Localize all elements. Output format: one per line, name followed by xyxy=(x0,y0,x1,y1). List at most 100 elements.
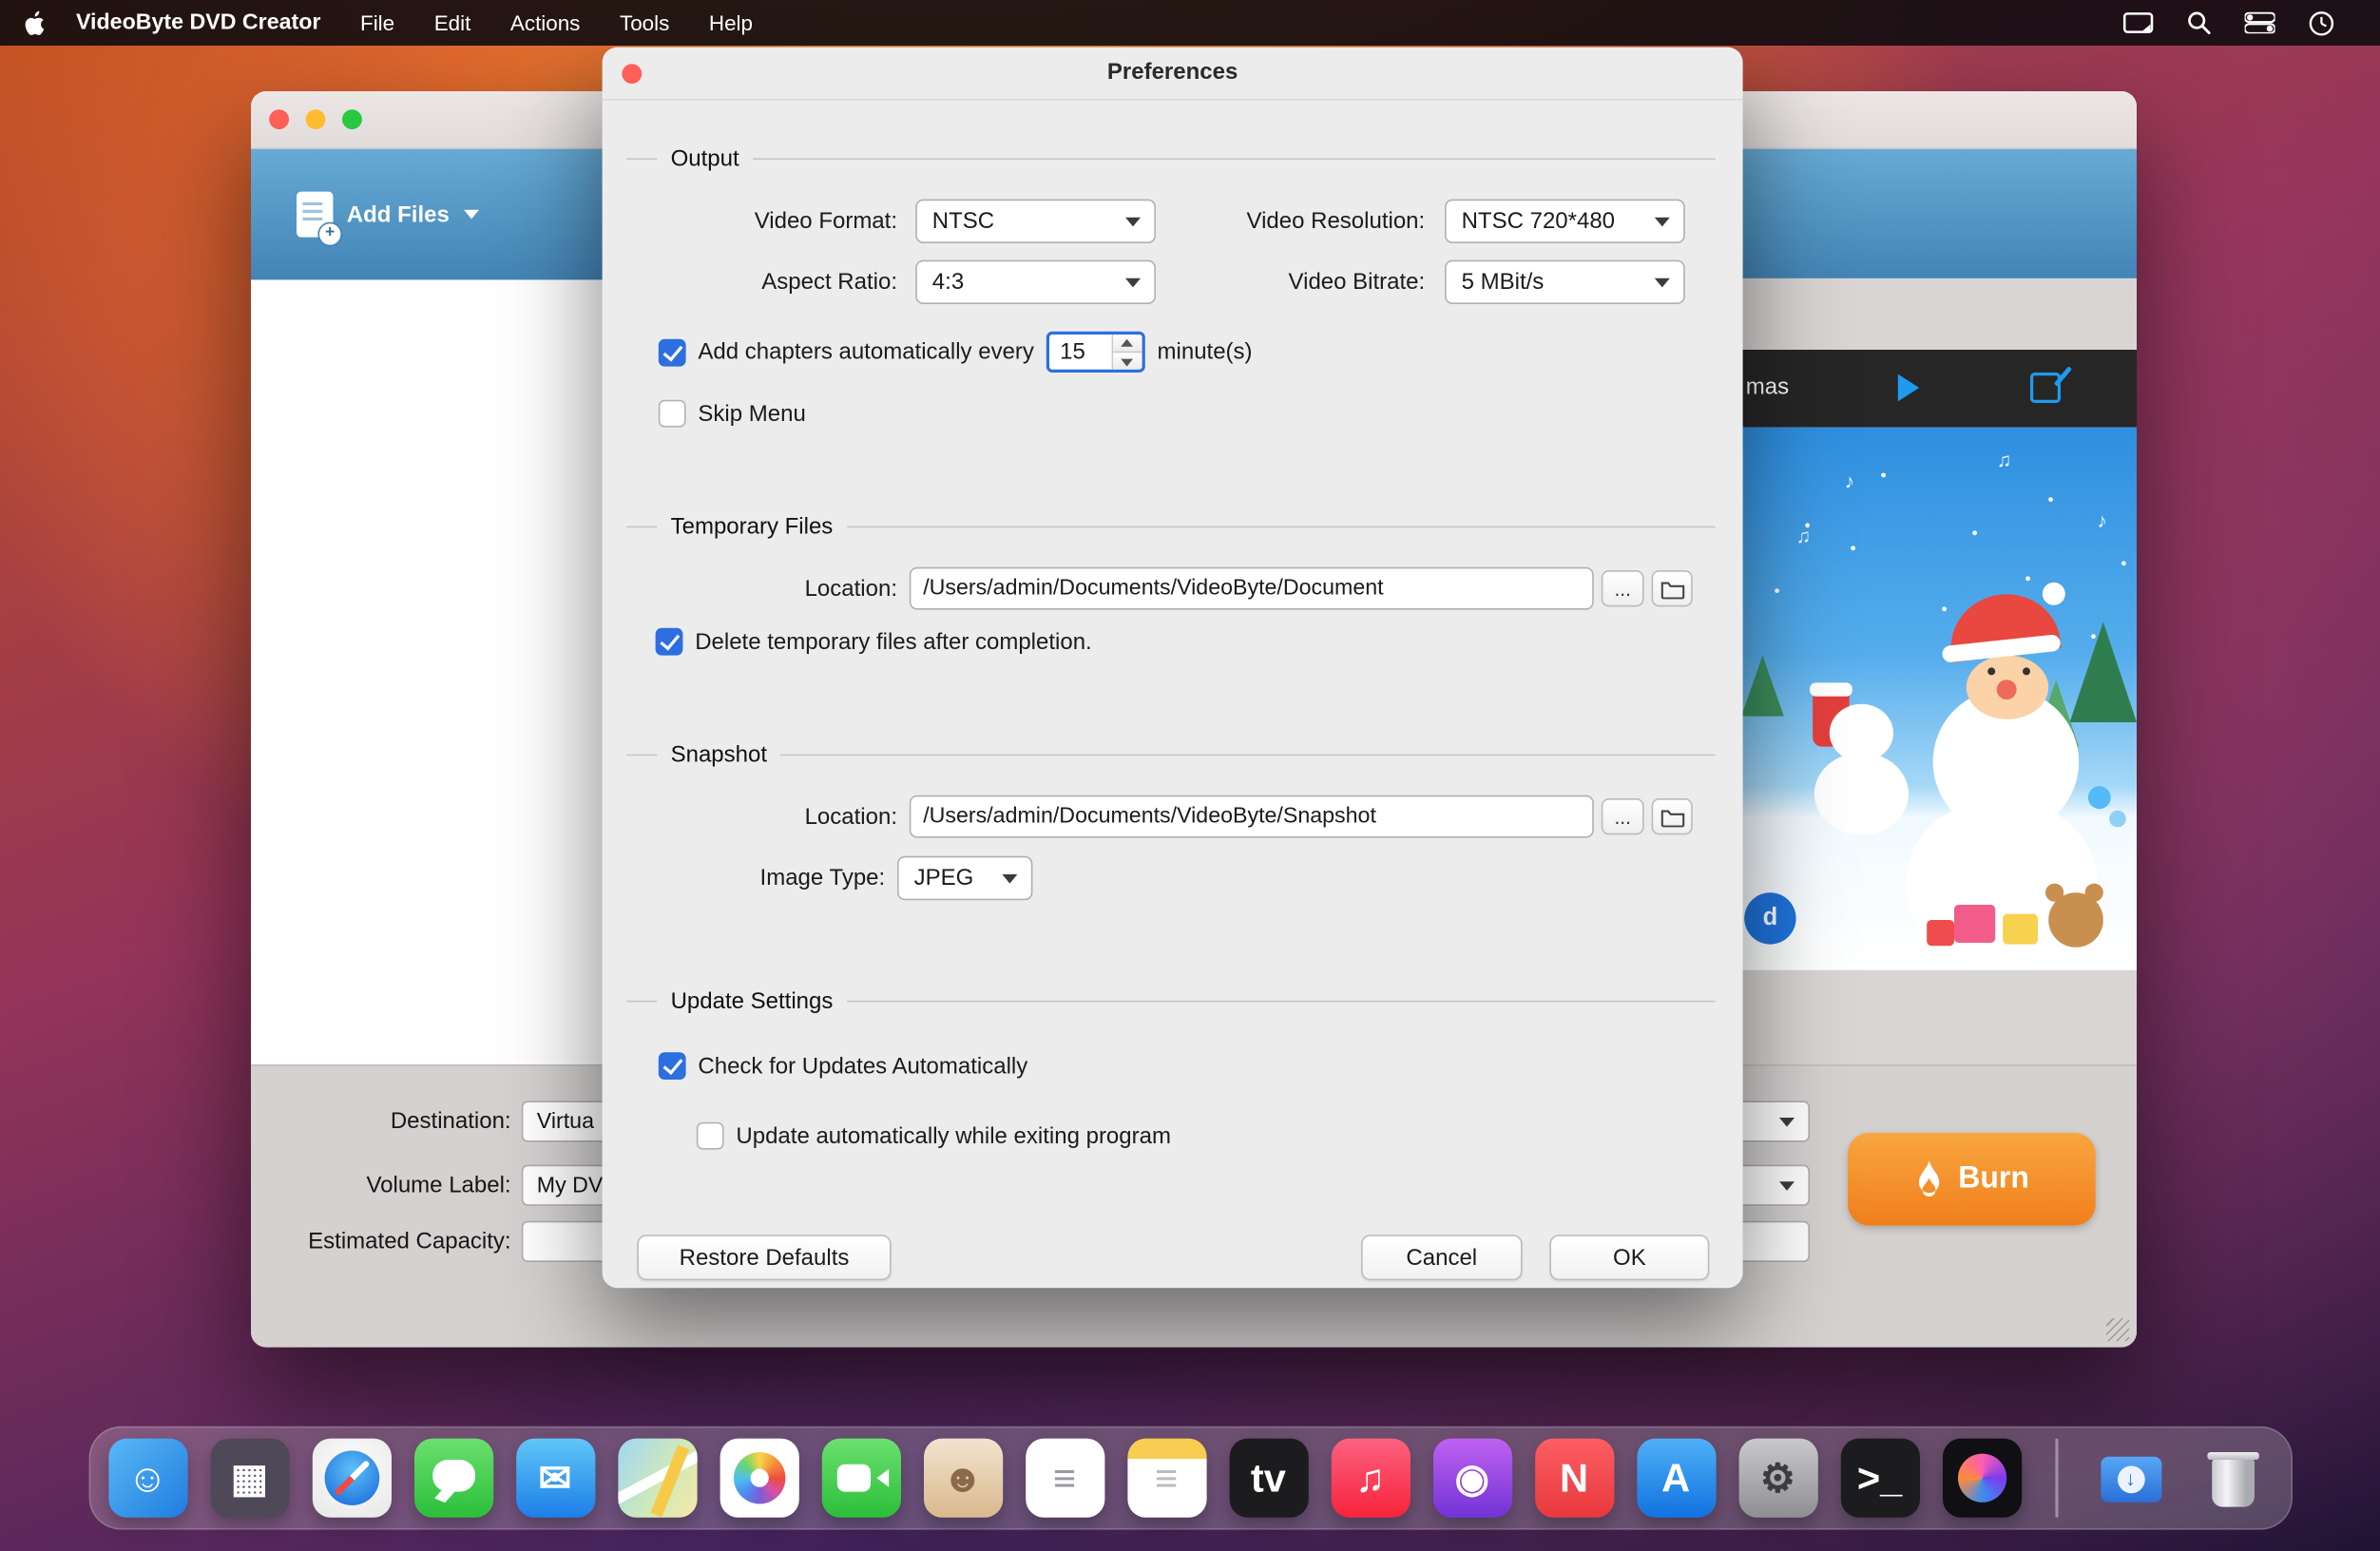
dock-downloads[interactable] xyxy=(2091,1439,2170,1518)
dock-app-store[interactable]: A xyxy=(1637,1439,1716,1518)
section-line xyxy=(847,526,1716,527)
dock-launchpad[interactable]: ▦ xyxy=(210,1439,289,1518)
section-output: Output xyxy=(626,142,1716,175)
aspect-ratio-value: 4:3 xyxy=(932,269,964,295)
delete-temp-checkbox[interactable] xyxy=(656,628,683,656)
chapter-interval-stepper[interactable]: 15 xyxy=(1046,332,1145,373)
chevron-down-icon xyxy=(463,210,478,220)
menubar-status-area xyxy=(2123,10,2334,35)
apple-menu-icon[interactable] xyxy=(25,10,46,35)
menu-file[interactable]: File xyxy=(360,10,394,35)
add-chapters-label: Add chapters automatically every xyxy=(698,339,1034,365)
clock-icon[interactable] xyxy=(2309,10,2334,35)
system-settings-glyph: ⚙ xyxy=(1760,1458,1795,1498)
dock-maps[interactable] xyxy=(618,1439,697,1518)
dock-contacts[interactable]: ☻ xyxy=(923,1439,1002,1518)
video-bitrate-select[interactable]: 5 MBit/s xyxy=(1445,260,1685,304)
screen-mirroring-icon[interactable] xyxy=(2123,11,2154,34)
menu-actions[interactable]: Actions xyxy=(510,10,580,35)
dock-trash[interactable] xyxy=(2193,1439,2272,1518)
auto-update-checkbox[interactable] xyxy=(697,1122,724,1150)
video-resolution-select[interactable]: NTSC 720*480 xyxy=(1445,200,1685,243)
ok-button[interactable]: OK xyxy=(1549,1235,1709,1280)
stepper-up-button[interactable] xyxy=(1113,335,1142,352)
search-icon[interactable] xyxy=(2187,10,2212,35)
snapshot-location-field[interactable]: /Users/admin/Documents/VideoByte/Snapsho… xyxy=(910,795,1594,838)
section-line xyxy=(626,158,657,160)
mail-glyph: ✉ xyxy=(539,1458,572,1498)
menu-tools[interactable]: Tools xyxy=(620,10,669,35)
restore-defaults-button[interactable]: Restore Defaults xyxy=(637,1235,891,1280)
aspect-ratio-select[interactable]: 4:3 xyxy=(915,260,1156,304)
dock-messages[interactable] xyxy=(413,1439,492,1518)
section-line xyxy=(847,1000,1716,1002)
music-note-icon: ♫ xyxy=(1796,525,1812,547)
video-resolution-label: Video Resolution: xyxy=(1150,200,1426,243)
burn-button[interactable]: Burn xyxy=(1848,1133,2096,1226)
dock: ☺ ▦ ✉ ☻ ≡ ≡ tv ♫ ◉ NA ⚙ >_ xyxy=(88,1427,2292,1530)
reminders-glyph: ≡ xyxy=(1053,1458,1076,1498)
desktop: VideoByte DVD Creator File Edit Actions … xyxy=(0,0,2380,1551)
ok-label: OK xyxy=(1613,1245,1646,1271)
add-chapters-checkbox[interactable] xyxy=(659,338,686,366)
dock-finder[interactable]: ☺ xyxy=(108,1439,187,1518)
menu-edit[interactable]: Edit xyxy=(434,10,471,35)
app-menu[interactable]: VideoByte DVD Creator xyxy=(76,10,320,35)
dock-safari[interactable] xyxy=(312,1439,391,1518)
dock-photos[interactable] xyxy=(720,1439,798,1518)
dock-terminal[interactable]: >_ xyxy=(1840,1439,1919,1518)
add-chapters-row: Add chapters automatically every 15 minu… xyxy=(659,332,1253,373)
chapter-interval-value[interactable]: 15 xyxy=(1049,335,1112,370)
image-type-select[interactable]: JPEG xyxy=(897,856,1032,900)
menu-help[interactable]: Help xyxy=(709,10,753,35)
dock-app-swirl[interactable] xyxy=(1942,1439,2021,1518)
resize-grip[interactable] xyxy=(2106,1318,2129,1341)
dock-news[interactable]: N xyxy=(1534,1439,1613,1518)
section-update-settings-title: Update Settings xyxy=(671,987,834,1013)
window-minimize-button[interactable] xyxy=(306,109,326,129)
stepper-down-button[interactable] xyxy=(1113,352,1142,370)
chevron-down-icon xyxy=(1655,278,1670,287)
dialog-titlebar[interactable]: Preferences xyxy=(603,48,1743,101)
music-note-icon: ♪ xyxy=(2097,509,2106,532)
edit-pencil-icon[interactable] xyxy=(2030,373,2061,403)
dock-apple-tv[interactable]: tv xyxy=(1229,1439,1308,1518)
santa-eye xyxy=(1987,667,1995,675)
notes-glyph: ≡ xyxy=(1155,1458,1178,1498)
play-icon[interactable] xyxy=(1898,374,1919,402)
destination-label: Destination: xyxy=(279,1108,510,1134)
folder-icon xyxy=(1660,579,1684,599)
music-glyph: ♫ xyxy=(1355,1458,1385,1498)
temp-location-value: /Users/admin/Documents/VideoByte/Documen… xyxy=(923,576,1383,601)
skip-menu-checkbox[interactable] xyxy=(659,400,686,428)
dock-podcasts[interactable]: ◉ xyxy=(1432,1439,1511,1518)
dock-music[interactable]: ♫ xyxy=(1331,1439,1410,1518)
temp-browse-button[interactable]: ... xyxy=(1602,570,1644,606)
video-format-select[interactable]: NTSC xyxy=(915,200,1156,243)
delete-temp-label: Delete temporary files after completion. xyxy=(695,629,1092,655)
cancel-button[interactable]: Cancel xyxy=(1361,1235,1523,1280)
dock-notes[interactable]: ≡ xyxy=(1127,1439,1206,1518)
section-line xyxy=(753,158,1716,160)
snapshot-open-folder-button[interactable] xyxy=(1652,798,1693,834)
section-temporary-files-title: Temporary Files xyxy=(671,513,834,539)
menu-bar: VideoByte DVD Creator File Edit Actions … xyxy=(0,0,2380,46)
temp-open-folder-button[interactable] xyxy=(1652,570,1693,606)
dock-reminders[interactable]: ≡ xyxy=(1025,1439,1104,1518)
dock-mail[interactable]: ✉ xyxy=(515,1439,594,1518)
check-updates-checkbox[interactable] xyxy=(659,1052,686,1080)
dock-facetime[interactable] xyxy=(821,1439,900,1518)
check-updates-row: Check for Updates Automatically xyxy=(659,1049,1027,1082)
tree-shape xyxy=(1741,656,1784,717)
skip-menu-label: Skip Menu xyxy=(698,401,805,427)
chevron-down-icon xyxy=(1125,217,1141,226)
dock-system-settings[interactable]: ⚙ xyxy=(1738,1439,1817,1518)
stepper-buttons xyxy=(1112,335,1142,370)
snapshot-browse-button[interactable]: ... xyxy=(1602,798,1644,834)
temp-location-field[interactable]: /Users/admin/Documents/VideoByte/Documen… xyxy=(910,567,1594,610)
control-center-icon[interactable] xyxy=(2245,12,2275,33)
window-zoom-button[interactable] xyxy=(342,109,362,129)
blue-bucket-shape: d xyxy=(1744,892,1795,944)
add-files-button[interactable]: Add Files xyxy=(297,192,478,238)
window-close-button[interactable] xyxy=(269,109,289,129)
